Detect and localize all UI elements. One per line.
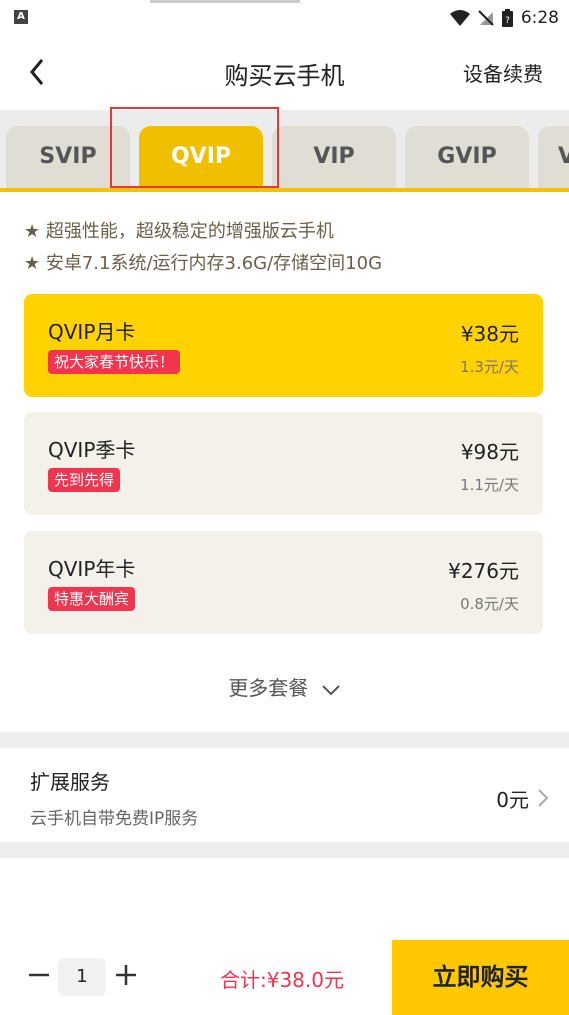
section-divider: [0, 842, 569, 858]
order-total: 合计:¥38.0元: [220, 968, 344, 992]
feature-list: ★ 超强性能，超级稳定的增强版云手机 ★ 安卓7.1系统/运行内存3.6G/存储…: [24, 216, 382, 280]
extension-subtitle: 云手机自带免费IP服务: [30, 809, 199, 829]
top-indicator: [150, 0, 300, 3]
bottom-bar: 1 合计:¥38.0元 立即购买: [0, 940, 569, 1015]
wifi-icon: [449, 10, 470, 26]
feature-item: ★ 安卓7.1系统/运行内存3.6G/存储空间10G: [24, 253, 383, 274]
plan-price: ¥38元: [460, 322, 519, 346]
selection-highlight-box: [110, 107, 279, 188]
plan-daily-price: 1.1元/天: [460, 476, 519, 494]
section-divider: [0, 732, 569, 748]
chevron-right-icon: [538, 789, 549, 807]
plan-badge: 祝大家春节快乐！: [48, 350, 181, 374]
plan-badge: 先到先得: [48, 468, 121, 492]
tab-v[interactable]: V: [538, 126, 569, 188]
svg-text:?: ?: [505, 16, 510, 26]
device-renewal-link[interactable]: 设备续费: [463, 58, 543, 87]
plan-card-quarterly[interactable]: QVIP季卡 先到先得 ¥98元 1.1元/天: [24, 412, 543, 515]
more-plans-button[interactable]: 更多套餐: [0, 672, 569, 701]
buy-now-button[interactable]: 立即购买: [392, 940, 569, 1015]
tab-vip[interactable]: VIP: [272, 126, 396, 188]
plan-name: QVIP月卡: [48, 320, 136, 344]
app-notification-icon: A: [14, 10, 28, 24]
status-icons: ? 6:28: [449, 6, 559, 30]
chevron-down-icon: [321, 684, 340, 695]
status-time: 6:28: [520, 8, 559, 28]
tabs-underline: [0, 188, 569, 192]
nav-bar: 购买云手机 设备续费: [0, 36, 569, 110]
plan-price: ¥98元: [460, 440, 519, 464]
tab-gvip[interactable]: GVIP: [405, 126, 529, 188]
plan-card-monthly[interactable]: QVIP月卡 祝大家春节快乐！ ¥38元 1.3元/天: [24, 294, 543, 397]
status-bar: A ? 6:28: [0, 0, 569, 36]
tier-tabs: SVIP QVIP VIP GVIP V: [0, 110, 569, 192]
quantity-input[interactable]: 1: [58, 958, 106, 996]
feature-item: ★ 超强性能，超级稳定的增强版云手机: [24, 221, 334, 242]
more-plans-label: 更多套餐: [228, 676, 309, 700]
plan-badge: 特惠大酬宾: [48, 587, 136, 611]
plus-icon[interactable]: [113, 962, 139, 988]
no-signal-icon: [478, 10, 494, 26]
extension-title: 扩展服务: [30, 770, 110, 794]
minus-icon[interactable]: [26, 962, 52, 988]
plan-daily-price: 1.3元/天: [460, 358, 519, 376]
plan-price: ¥276元: [448, 559, 519, 583]
plan-daily-price: 0.8元/天: [460, 595, 519, 613]
battery-icon: ?: [501, 9, 513, 27]
extension-price: 0元: [496, 788, 529, 812]
plan-card-yearly[interactable]: QVIP年卡 特惠大酬宾 ¥276元 0.8元/天: [24, 531, 543, 634]
plan-name: QVIP季卡: [48, 438, 136, 462]
plan-name: QVIP年卡: [48, 557, 136, 581]
